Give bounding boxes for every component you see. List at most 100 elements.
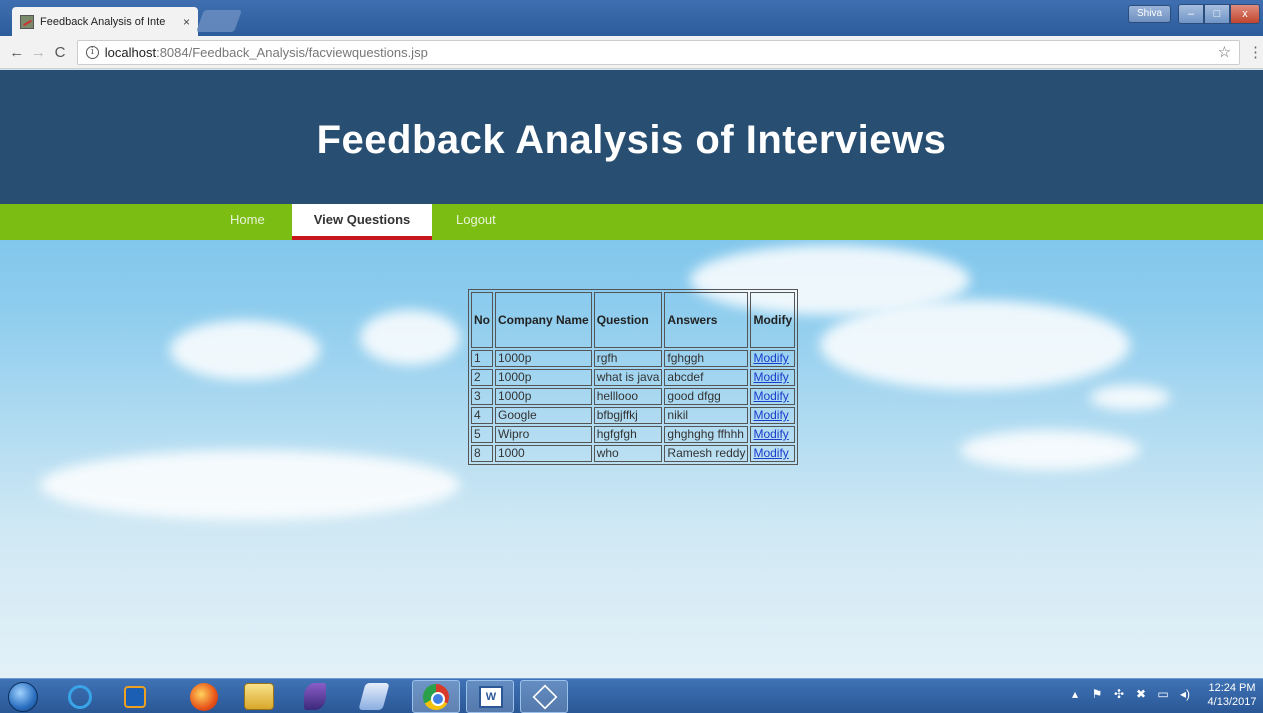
modify-link[interactable]: Modify <box>753 446 788 460</box>
cell-company: 1000 <box>495 445 592 462</box>
site-header: Feedback Analysis of Interviews <box>0 70 1263 204</box>
tab-close-icon[interactable]: × <box>183 15 190 29</box>
modify-link[interactable]: Modify <box>753 427 788 441</box>
cell-question: hgfgfgh <box>593 426 663 443</box>
browser-tabstrip: Feedback Analysis of Inte × Shiva – □ x <box>0 0 1263 36</box>
column-header-company: Company Name <box>495 292 592 348</box>
nav-logout-link[interactable]: Logout <box>456 204 496 240</box>
back-arrow-icon[interactable]: ← <box>6 44 28 61</box>
cube-app-icon <box>532 684 558 710</box>
app-dolphin-icon[interactable] <box>304 683 326 710</box>
cell-modify: Modify <box>750 445 796 462</box>
cell-modify: Modify <box>750 350 796 367</box>
table-header-row: No Company Name Question Answers Modify <box>471 292 796 348</box>
cell-modify: Modify <box>750 369 796 386</box>
cell-answers: abcdef <box>664 369 749 386</box>
cell-company: 1000p <box>495 369 592 386</box>
cell-no: 5 <box>471 426 493 443</box>
firefox-icon[interactable] <box>190 683 218 711</box>
taskbar-word-button[interactable]: W <box>466 680 514 713</box>
questions-table: No Company Name Question Answers Modify … <box>468 289 799 465</box>
cell-modify: Modify <box>750 426 796 443</box>
volume-icon[interactable]: ◂) <box>1178 687 1192 701</box>
cloud-decoration <box>170 320 320 380</box>
new-tab-button[interactable] <box>195 10 243 32</box>
page-favicon-icon <box>20 14 34 29</box>
network-share-icon[interactable]: ✣ <box>1112 687 1126 701</box>
tab-title: Feedback Analysis of Inte <box>40 15 166 28</box>
browser-tab[interactable]: Feedback Analysis of Inte × <box>12 7 198 36</box>
system-tray: ▴ ⚑ ✣ ✖ ▭ ◂) <box>1068 687 1192 701</box>
cell-no: 2 <box>471 369 493 386</box>
cell-answers: nikil <box>664 407 749 424</box>
forward-arrow-icon[interactable]: → <box>28 44 50 61</box>
modify-link[interactable]: Modify <box>753 389 788 403</box>
file-explorer-icon[interactable] <box>244 683 274 710</box>
cell-no: 8 <box>471 445 493 462</box>
word-icon: W <box>479 686 503 708</box>
cell-company: 1000p <box>495 388 592 405</box>
table-row: 5 Wipro hgfgfgh ghghghg ffhhh Modify <box>471 426 796 443</box>
cell-question: rgfh <box>593 350 663 367</box>
modify-link[interactable]: Modify <box>753 370 788 384</box>
network-icon[interactable]: ▭ <box>1156 687 1170 701</box>
address-bar[interactable]: i localhost:8084/Feedback_Analysis/facvi… <box>76 39 1241 65</box>
cell-company: Google <box>495 407 592 424</box>
table-row: 2 1000p what is java abcdef Modify <box>471 369 796 386</box>
cell-no: 3 <box>471 388 493 405</box>
window-user-badge[interactable]: Shiva <box>1128 5 1172 23</box>
cloud-decoration <box>960 430 1140 470</box>
taskbar-clock[interactable]: 12:24 PM 4/13/2017 <box>1206 681 1258 709</box>
modify-link[interactable]: Modify <box>753 351 788 365</box>
cell-company: Wipro <box>495 426 592 443</box>
start-button[interactable] <box>8 682 38 712</box>
cell-answers: ghghghg ffhhh <box>664 426 749 443</box>
cloud-decoration <box>40 450 460 520</box>
table-row: 3 1000p helllooo good dfgg Modify <box>471 388 796 405</box>
tool-icon[interactable]: ✖ <box>1134 687 1148 701</box>
minimize-button[interactable]: – <box>1178 4 1204 24</box>
url-host: localhost <box>104 44 157 60</box>
notepad-icon[interactable] <box>358 683 390 710</box>
nav-view-questions-link[interactable]: View Questions <box>292 204 432 240</box>
table-row: 4 Google bfbgjffkj nikil Modify <box>471 407 796 424</box>
cell-answers: good dfgg <box>664 388 749 405</box>
page-content: Feedback Analysis of Interviews Home Vie… <box>0 70 1263 678</box>
cell-question: who <box>593 445 663 462</box>
taskbar-app-button[interactable] <box>520 680 568 713</box>
info-icon[interactable]: i <box>85 45 99 59</box>
cell-question: bfbgjffkj <box>593 407 663 424</box>
url-path: :8084/Feedback_Analysis/facviewquestions… <box>156 44 428 60</box>
cell-answers: fghggh <box>664 350 749 367</box>
cloud-decoration <box>360 310 460 365</box>
cell-modify: Modify <box>750 407 796 424</box>
internet-explorer-icon[interactable] <box>68 685 92 709</box>
page-title: Feedback Analysis of Interviews <box>316 118 947 162</box>
cell-answers: Ramesh reddy <box>664 445 749 462</box>
browser-toolbar: ← → C i localhost:8084/Feedback_Analysis… <box>0 36 1263 69</box>
close-window-button[interactable]: x <box>1230 4 1260 24</box>
table-row: 8 1000 who Ramesh reddy Modify <box>471 445 796 462</box>
column-header-no: No <box>471 292 493 348</box>
clock-time: 12:24 PM <box>1208 682 1256 694</box>
column-header-modify: Modify <box>750 292 796 348</box>
cloud-decoration <box>1090 385 1170 410</box>
maximize-button[interactable]: □ <box>1204 4 1230 24</box>
table-row: 1 1000p rgfh fghggh Modify <box>471 350 796 367</box>
modify-link[interactable]: Modify <box>753 408 788 422</box>
nav-home-link[interactable]: Home <box>230 204 265 240</box>
browser-menu-icon[interactable]: ⋮ <box>1248 43 1263 61</box>
cell-no: 1 <box>471 350 493 367</box>
taskbar-chrome-button[interactable] <box>412 680 460 713</box>
cloud-decoration <box>820 300 1130 390</box>
bookmark-star-icon[interactable]: ☆ <box>1218 43 1231 61</box>
reload-icon[interactable]: C <box>49 44 71 61</box>
cell-company: 1000p <box>495 350 592 367</box>
cell-no: 4 <box>471 407 493 424</box>
show-hidden-icons-icon[interactable]: ▴ <box>1068 687 1082 701</box>
windows-taskbar: W ▴ ⚑ ✣ ✖ ▭ ◂) 12:24 PM 4/13/2017 <box>0 678 1263 713</box>
media-player-icon[interactable] <box>124 686 146 708</box>
action-center-flag-icon[interactable]: ⚑ <box>1090 687 1104 701</box>
cell-question: helllooo <box>593 388 663 405</box>
cell-modify: Modify <box>750 388 796 405</box>
